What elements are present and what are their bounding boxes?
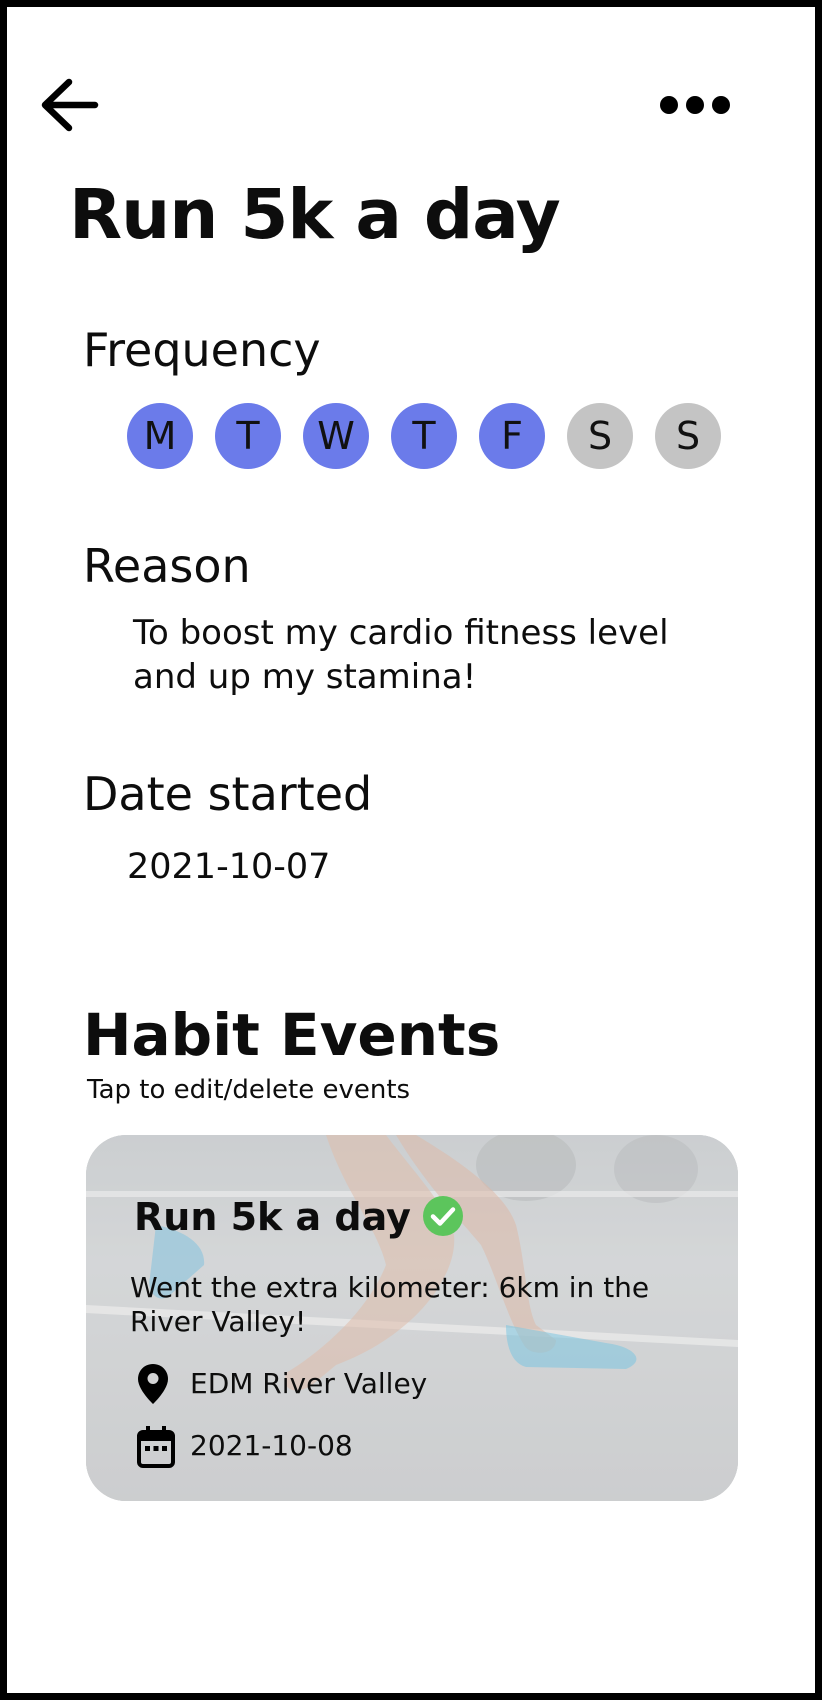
habit-title: Run 5k a day (69, 175, 561, 255)
event-location: EDM River Valley (190, 1367, 428, 1400)
habit-detail-screen: Run 5k a day Frequency MTWTFSS Reason To… (0, 0, 822, 1700)
location-pin-icon (138, 1364, 168, 1404)
frequency-day-6-inactive[interactable]: S (655, 403, 721, 469)
check-circle-icon (423, 1196, 463, 1236)
date-started-value: 2021-10-07 (127, 847, 331, 887)
frequency-days: MTWTFSS (127, 403, 721, 469)
habit-event-card[interactable]: Run 5k a day Went the extra kilometer: 6… (86, 1135, 738, 1501)
back-button[interactable] (33, 67, 113, 147)
event-date: 2021-10-08 (190, 1429, 353, 1462)
arrow-left-icon (41, 78, 99, 132)
more-horizontal-icon (660, 96, 730, 114)
frequency-day-3-active[interactable]: T (391, 403, 457, 469)
event-title: Run 5k a day (134, 1195, 411, 1239)
frequency-day-2-active[interactable]: W (303, 403, 369, 469)
frequency-day-4-active[interactable]: F (479, 403, 545, 469)
reason-label: Reason (83, 539, 251, 593)
reason-text: To boost my cardio fitness level and up … (133, 613, 669, 697)
date-started-label: Date started (83, 767, 373, 821)
more-options-button[interactable] (655, 77, 735, 133)
frequency-day-1-active[interactable]: T (215, 403, 281, 469)
frequency-day-0-active[interactable]: M (127, 403, 193, 469)
event-description: Went the extra kilometer: 6km in the Riv… (130, 1271, 650, 1338)
calendar-icon (137, 1426, 175, 1468)
frequency-label: Frequency (83, 323, 321, 377)
habit-events-heading: Habit Events (83, 1001, 501, 1069)
habit-events-hint: Tap to edit/delete events (87, 1075, 411, 1105)
frequency-day-5-inactive[interactable]: S (567, 403, 633, 469)
